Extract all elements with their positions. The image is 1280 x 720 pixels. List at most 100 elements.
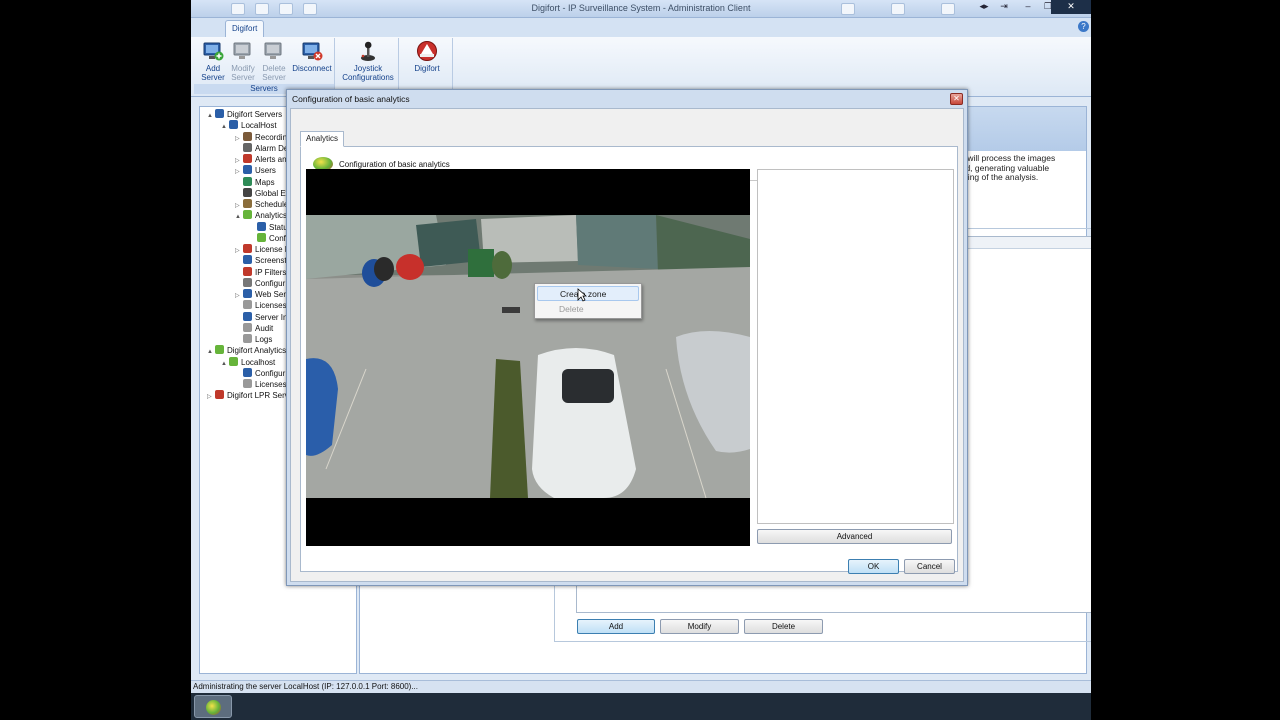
close-button[interactable]: ✕ bbox=[1051, 0, 1091, 14]
dialog-title: Configuration of basic analytics bbox=[292, 94, 410, 104]
help-icon[interactable]: ? bbox=[1078, 21, 1089, 32]
tree-item[interactable]: ▲ Digifort Servers bbox=[207, 109, 282, 120]
tree-node-icon bbox=[243, 379, 252, 388]
ok-button[interactable]: OK bbox=[848, 559, 899, 574]
disconnect-icon bbox=[301, 40, 323, 62]
tree-item[interactable]: Configur bbox=[235, 367, 286, 379]
tree-item-label: Digifort Analytics bbox=[227, 346, 287, 356]
tree-item[interactable]: Licenses bbox=[235, 379, 287, 390]
delete-button[interactable]: Delete bbox=[744, 619, 823, 634]
taskbar-app-button[interactable] bbox=[194, 695, 232, 718]
tree-expander-icon[interactable]: ▲ bbox=[235, 212, 243, 223]
tree-item[interactable]: Statu bbox=[249, 221, 288, 233]
tree-item[interactable]: ▷ Web Ser bbox=[235, 289, 286, 300]
tree-item[interactable]: ▲ Digifort Analytics bbox=[207, 345, 286, 356]
tree-item-label: Licenses bbox=[255, 380, 287, 389]
disconnect-button[interactable]: Disconnect bbox=[291, 40, 333, 73]
tree-node-icon bbox=[243, 176, 252, 186]
quick-access-icon[interactable] bbox=[841, 3, 855, 15]
tree-node-icon bbox=[257, 232, 266, 242]
nav-arrows-icon[interactable]: ◂▸ bbox=[973, 0, 995, 14]
tree-item-label: Logs bbox=[255, 335, 273, 344]
dialog-close-button[interactable]: ✕ bbox=[950, 93, 963, 105]
tree-item[interactable]: ▲ LocalHost bbox=[221, 120, 277, 131]
digifort-app-icon bbox=[206, 700, 221, 715]
tree-item[interactable]: Alarm De bbox=[235, 142, 288, 154]
tree-item[interactable]: Configur bbox=[235, 277, 286, 289]
tree-node-icon bbox=[243, 165, 252, 175]
tree-expander-icon[interactable]: ▲ bbox=[207, 111, 215, 122]
add-button[interactable]: Add bbox=[577, 619, 655, 634]
mouse-cursor-icon bbox=[577, 288, 587, 302]
add-server-icon bbox=[202, 40, 224, 62]
tree-item[interactable]: Audit bbox=[235, 322, 274, 334]
tree-item-label: Recordin bbox=[255, 132, 288, 142]
tree-item[interactable]: ▲ Analytics bbox=[235, 210, 287, 221]
tree-item-label: Conf bbox=[269, 233, 286, 243]
tree-node-icon bbox=[243, 266, 252, 276]
minimize-button[interactable]: – bbox=[1017, 0, 1039, 14]
tab-digifort[interactable]: Digifort bbox=[225, 20, 265, 37]
title-bar: Digifort - IP Surveillance System - Admi… bbox=[191, 0, 1091, 18]
tree-item-label: Configur bbox=[255, 278, 286, 288]
tree-node-icon bbox=[243, 367, 252, 377]
tab-analytics[interactable]: Analytics bbox=[300, 131, 345, 147]
add-server-label-2: Server bbox=[201, 73, 225, 82]
tree-expander-icon[interactable]: ▷ bbox=[207, 392, 215, 403]
tree-item[interactable]: Global Ev bbox=[235, 187, 290, 199]
ribbon-group-digifort: Digifort bbox=[401, 38, 453, 95]
tree-item[interactable]: ▲ Localhost bbox=[221, 356, 275, 370]
cancel-button[interactable]: Cancel bbox=[904, 559, 955, 574]
quick-access-icon[interactable] bbox=[941, 3, 955, 15]
tree-expander-icon[interactable]: ▲ bbox=[221, 359, 229, 370]
tree-node-icon bbox=[229, 356, 238, 366]
exit-icon[interactable]: ⇥ bbox=[993, 0, 1015, 14]
tree-item[interactable]: Licenses bbox=[235, 300, 287, 311]
tree-expander-icon[interactable]: ▲ bbox=[207, 347, 215, 358]
ribbon-tab-strip: Digifort ? bbox=[191, 18, 1091, 37]
tree-item[interactable]: ▷ Alerts an bbox=[235, 154, 287, 165]
tree-node-icon bbox=[243, 322, 252, 332]
delete-zone-menu-item[interactable]: Delete bbox=[537, 302, 639, 317]
advanced-button[interactable]: Advanced bbox=[757, 529, 952, 544]
digifort-button[interactable]: Digifort bbox=[407, 40, 447, 73]
modify-button[interactable]: Modify bbox=[660, 619, 739, 634]
tree-item[interactable]: Maps bbox=[235, 176, 275, 188]
tree-item[interactable]: ▷ Digifort LPR Serv bbox=[207, 390, 289, 401]
tree-node-icon bbox=[229, 120, 238, 130]
tree-item-label: Web Ser bbox=[255, 290, 286, 299]
status-bar: Administrating the server LocalHost (IP:… bbox=[191, 680, 1091, 693]
tree-item[interactable]: Server In bbox=[235, 311, 287, 323]
tree-item-label: Licenses bbox=[255, 301, 287, 311]
delete-server-button[interactable]: Delete Server bbox=[259, 40, 289, 82]
quick-access-icon[interactable] bbox=[891, 3, 905, 15]
ribbon: Add Server Modify Server Delete Server D… bbox=[191, 37, 1091, 97]
tree-node-icon bbox=[257, 221, 266, 231]
tree-item[interactable]: Logs bbox=[235, 334, 272, 345]
zone-list-panel[interactable] bbox=[757, 169, 954, 524]
joystick-icon bbox=[357, 40, 379, 62]
add-server-button[interactable]: Add Server bbox=[198, 40, 228, 82]
camera-preview[interactable] bbox=[306, 169, 750, 546]
tree-item[interactable]: IP Filters bbox=[235, 266, 286, 278]
tree-item[interactable]: ▷ License F bbox=[235, 244, 290, 255]
delete-server-label-2: Server bbox=[262, 73, 286, 82]
digifort-label: Digifort bbox=[414, 64, 440, 73]
tree-item-label: Users bbox=[255, 166, 276, 176]
tree-node-icon bbox=[243, 244, 252, 253]
tree-item-label: Audit bbox=[255, 323, 274, 333]
tree-item[interactable]: ▷ Schedule bbox=[235, 199, 288, 210]
tree-item[interactable]: Screenst bbox=[235, 255, 287, 266]
modify-server-button[interactable]: Modify Server bbox=[228, 40, 258, 82]
tree-expander-icon[interactable]: ▲ bbox=[221, 122, 229, 133]
joystick-configurations-button[interactable]: Joystick Configurations bbox=[339, 40, 397, 82]
tree-node-icon bbox=[243, 142, 252, 152]
tree-item[interactable]: ▷ Recordin bbox=[235, 131, 288, 143]
tree-node-icon bbox=[215, 109, 224, 118]
tree-item[interactable]: Conf bbox=[249, 232, 286, 244]
tree-item[interactable]: ▷ Users bbox=[235, 165, 276, 176]
tree-item-label: Configur bbox=[255, 368, 286, 378]
delete-server-label: Delete bbox=[262, 64, 286, 73]
create-zone-menu-item[interactable]: Create zone bbox=[537, 286, 639, 301]
tree-item-label: LocalHost bbox=[241, 121, 277, 131]
